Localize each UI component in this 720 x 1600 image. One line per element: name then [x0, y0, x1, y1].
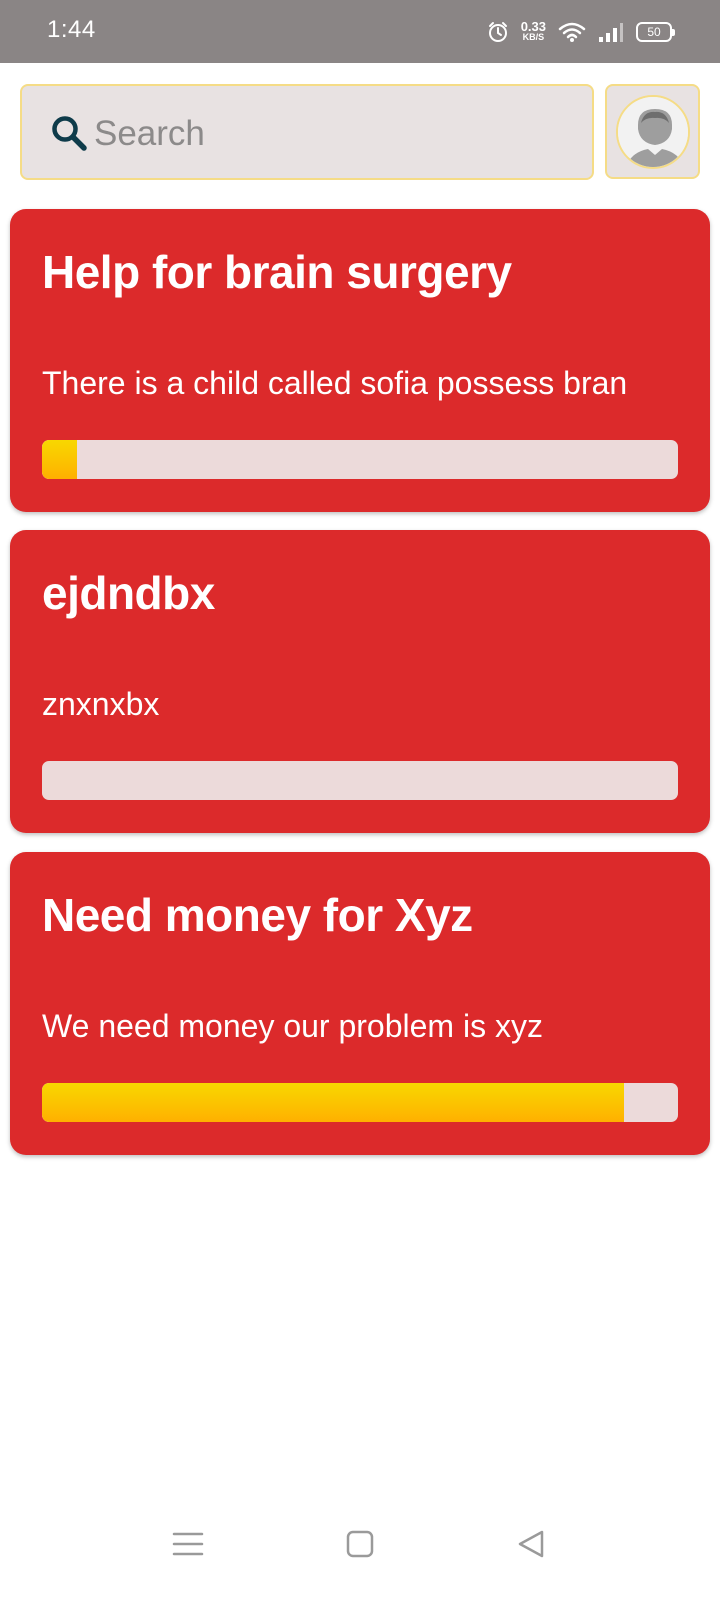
net-speed-value: 0.33 — [520, 19, 546, 34]
wifi-icon — [558, 22, 586, 42]
home-icon[interactable] — [340, 1524, 380, 1564]
signal-icon — [599, 23, 623, 42]
campaign-card[interactable]: ejdndbx znxnxbx — [10, 530, 710, 833]
card-title: ejdndbx — [42, 567, 215, 619]
progress-bar — [42, 761, 678, 800]
progress-fill — [42, 440, 77, 479]
progress-bar — [42, 440, 678, 479]
battery-icon: 50 — [636, 22, 675, 42]
net-speed: 0.33 KB/S — [520, 19, 546, 43]
net-speed-unit: KB/S — [522, 32, 545, 42]
card-description: There is a child called sofia possess br… — [42, 365, 628, 401]
back-icon[interactable] — [512, 1524, 552, 1564]
search-box[interactable] — [20, 84, 594, 180]
search-input[interactable] — [94, 106, 574, 162]
status-icons: 0.33 KB/S 50 — [487, 16, 675, 48]
card-description: We need money our problem is xyz — [42, 1008, 543, 1044]
card-title: Need money for Xyz — [42, 889, 473, 941]
card-description: znxnxbx — [42, 686, 160, 722]
campaign-card[interactable]: Need money for Xyz We need money our pro… — [10, 852, 710, 1155]
status-time: 1:44 — [47, 16, 96, 43]
progress-bar — [42, 1083, 678, 1122]
progress-fill — [42, 1083, 624, 1122]
battery-level: 50 — [647, 25, 661, 39]
menu-icon[interactable] — [168, 1524, 208, 1564]
alarm-icon — [488, 22, 507, 42]
card-title: Help for brain surgery — [42, 246, 512, 298]
search-icon — [52, 116, 87, 151]
status-bar: 1:44 0.33 KB/S 50 — [0, 0, 720, 63]
avatar-icon — [616, 95, 690, 169]
profile-button[interactable] — [605, 84, 700, 179]
campaign-card[interactable]: Help for brain surgery There is a child … — [10, 209, 710, 512]
navigation-bar — [0, 1500, 720, 1600]
